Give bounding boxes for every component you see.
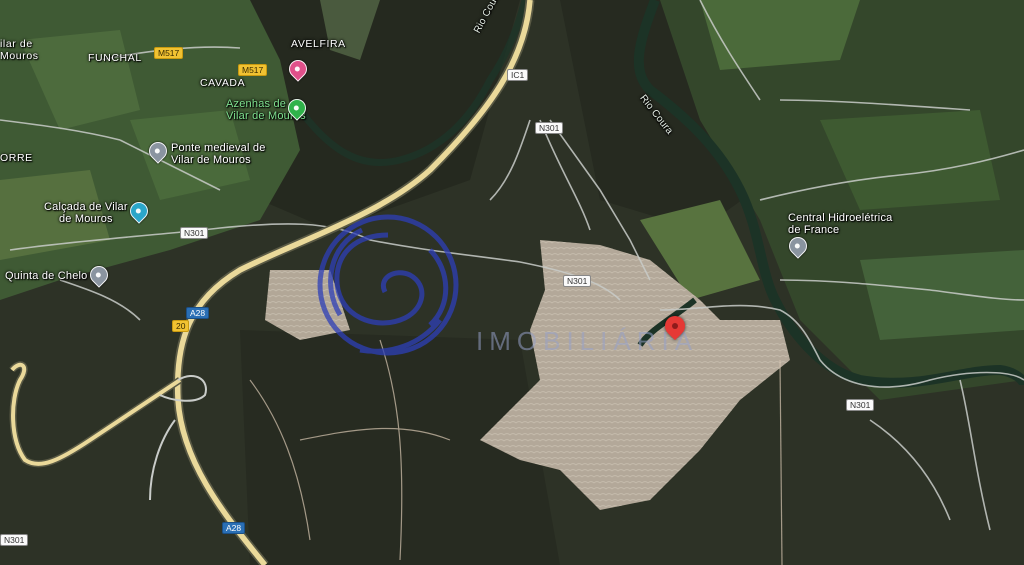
poi-label-quinta-de-chelo[interactable]: Quinta de Chelo	[5, 270, 88, 282]
satellite-map[interactable]: IMOBILIÁRIA ilar de Mouros FUNCHAL AVELF…	[0, 0, 1024, 565]
road-shield-exit-20: 20	[172, 320, 190, 332]
place-label-cavada: CAVADA	[200, 77, 246, 89]
map-imagery	[0, 0, 1024, 565]
road-shield-m517: M517	[154, 47, 184, 59]
road-shield-n301: N301	[0, 534, 29, 546]
poi-label-central-hidroeletrica[interactable]: Central Hidroelétrica de France	[788, 212, 892, 236]
place-label-orre: ORRE	[0, 152, 33, 164]
road-shield-m517: M517	[238, 64, 268, 76]
road-shield-n301: N301	[846, 399, 875, 411]
poi-label-calcada[interactable]: Calçada de Vilar de Mouros	[44, 201, 128, 225]
road-shield-n301: N301	[535, 122, 564, 134]
road-shield-n301: N301	[180, 227, 209, 239]
place-label-avelfira: AVELFIRA	[291, 38, 346, 50]
place-label-vilar-de-mouros: ilar de Mouros	[0, 38, 39, 62]
road-shield-n301: N301	[563, 275, 592, 287]
road-shield-a28: A28	[186, 307, 210, 319]
watermark-text: IMOBILIÁRIA	[476, 326, 699, 356]
road-shield-ic1: IC1	[507, 69, 529, 81]
poi-label-ponte-medieval[interactable]: Ponte medieval de Vilar de Mouros	[171, 142, 266, 166]
place-label-funchal: FUNCHAL	[88, 52, 142, 64]
road-shield-a28: A28	[222, 522, 246, 534]
